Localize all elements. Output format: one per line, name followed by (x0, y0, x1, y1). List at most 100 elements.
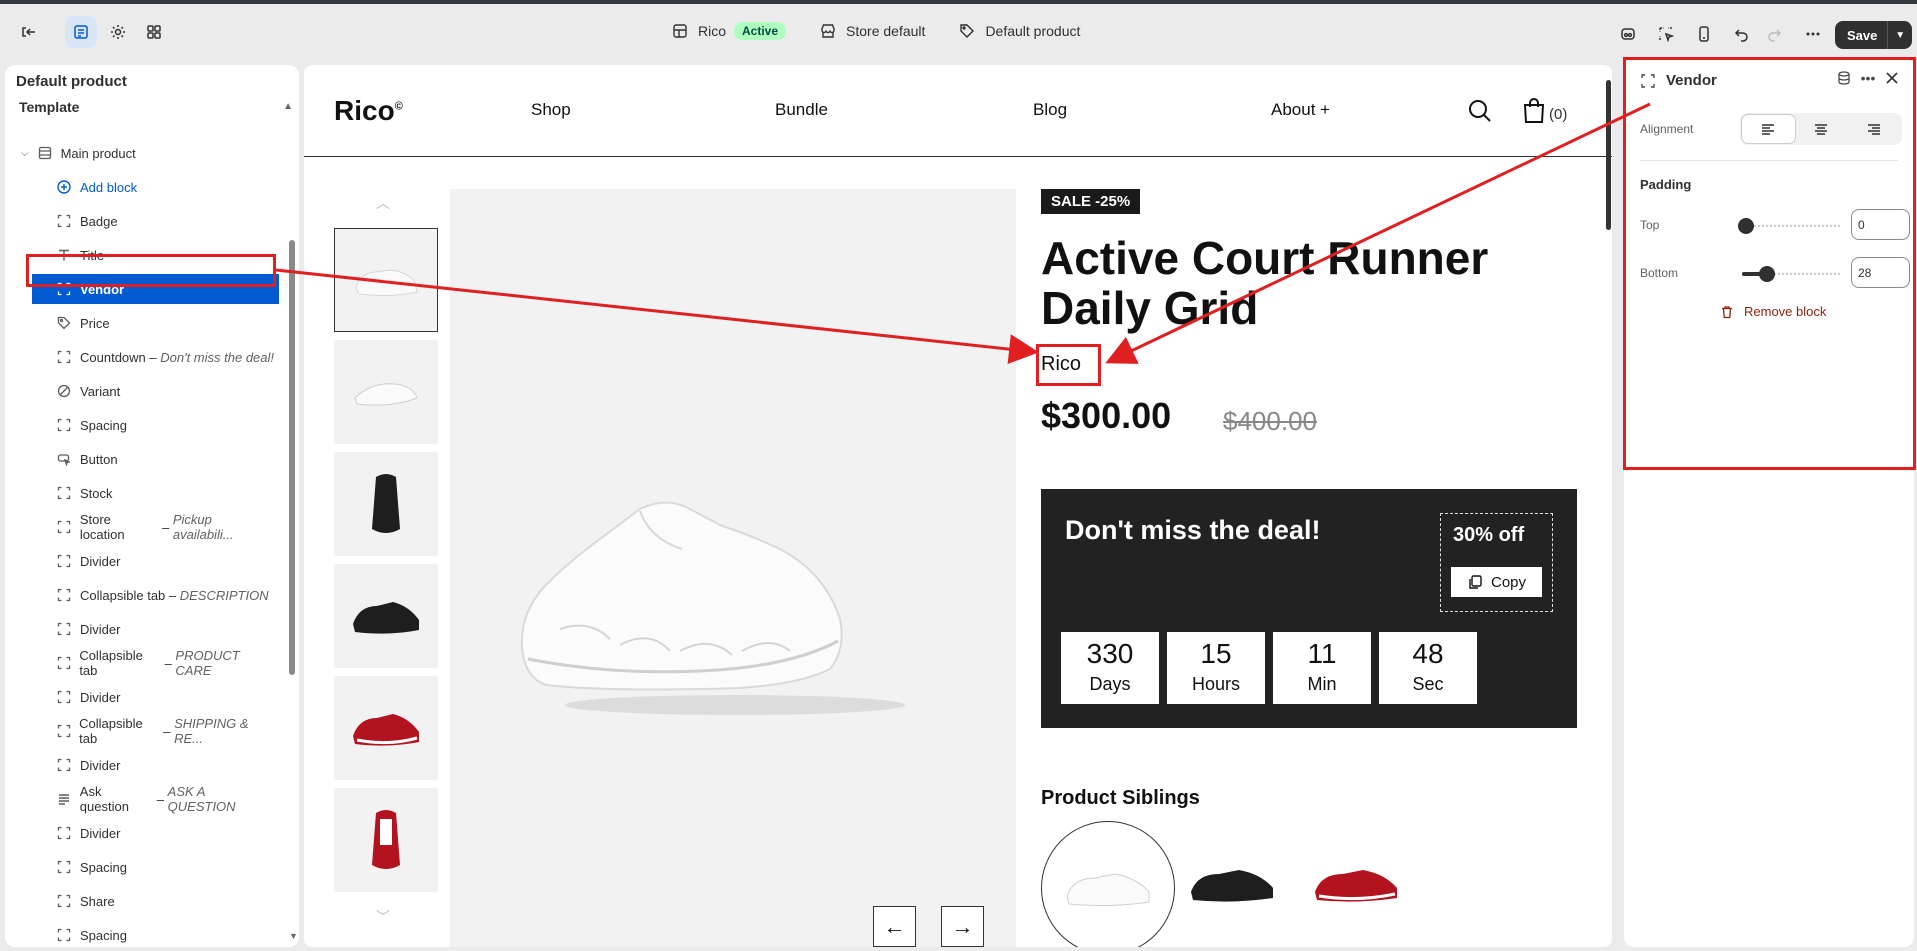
thumb-down-icon[interactable]: ﹀ (376, 907, 390, 927)
exit-icon[interactable] (12, 16, 44, 48)
block-label-separator: – (153, 791, 168, 807)
preview-scrollbar[interactable] (1606, 80, 1611, 230)
settings-icon[interactable] (102, 16, 134, 48)
countdown-value: 48 (1412, 638, 1444, 669)
block-item-spacing[interactable]: Spacing (5, 408, 275, 442)
theme-status-badge: Active (734, 22, 787, 40)
tag-icon (960, 24, 975, 38)
theme-name: Rico (698, 23, 727, 39)
store-selector[interactable]: Store default (820, 23, 925, 39)
section-main-product[interactable]: ⌵ Main product (5, 136, 275, 170)
block-item-collapsible-tab[interactable]: Collapsible tab – DESCRIPTION (5, 578, 275, 612)
cart-button[interactable]: (0) (1522, 97, 1567, 123)
sections-icon[interactable] (65, 16, 97, 48)
deal-title: Don't miss the deal! (1065, 515, 1321, 545)
block-item-divider[interactable]: Divider (5, 748, 275, 782)
discount-code-box: 30% off Copy (1440, 513, 1553, 612)
chevron-down-icon[interactable]: ▼ (1888, 30, 1912, 41)
inspect-icon[interactable] (1612, 18, 1644, 50)
block-label: Badge (80, 213, 118, 229)
block-item-stock[interactable]: Stock (5, 476, 275, 510)
store-logo[interactable]: Rico© (334, 95, 403, 127)
sidebar-scrollbar[interactable] (289, 240, 295, 675)
block-item-variant[interactable]: Variant (5, 374, 275, 408)
block-item-divider[interactable]: Divider (5, 680, 275, 714)
add-block-button[interactable]: Add block (5, 170, 275, 204)
block-item-button[interactable]: Button (5, 442, 275, 476)
block-sublabel: Pickup availabili... (172, 512, 234, 542)
select-icon[interactable] (1650, 18, 1682, 50)
block-item-collapsible-tab[interactable]: Collapsible tab – PRODUCT CARE (5, 646, 275, 680)
undo-icon[interactable] (1726, 18, 1758, 50)
nav-about[interactable]: About + (1271, 100, 1330, 120)
block-icon (56, 893, 72, 909)
store-preview: Rico© Shop Bundle Blog About + (0) ︿ ﹀ S… (304, 65, 1612, 947)
thumbnail-6[interactable] (334, 788, 438, 892)
variant-icon (56, 383, 72, 399)
sibling-white[interactable] (1041, 821, 1175, 947)
tag-icon (56, 315, 72, 331)
nav-bundle[interactable]: Bundle (775, 100, 828, 120)
black-sneaker-image (1191, 870, 1273, 902)
thumbnail-2[interactable] (334, 340, 438, 444)
countdown-days: 330 Days (1061, 632, 1159, 704)
mobile-icon[interactable] (1688, 18, 1720, 50)
block-label-separator: – (165, 587, 180, 603)
panel-highlight-annotation (1623, 57, 1916, 470)
sibling-black[interactable] (1165, 821, 1299, 947)
redo-icon[interactable] (1758, 18, 1790, 50)
block-item-divider[interactable]: Divider (5, 816, 275, 850)
sibling-red[interactable] (1289, 821, 1423, 947)
block-item-ask-question[interactable]: Ask question – ASK A QUESTION (5, 782, 275, 816)
plus-circle-icon (56, 179, 72, 195)
block-item-divider[interactable]: Divider (5, 612, 275, 646)
countdown-value: 15 (1200, 638, 1232, 669)
thumbnail-3[interactable] (334, 452, 438, 556)
block-icon (56, 927, 72, 943)
template-selector[interactable]: Default product (959, 23, 1080, 39)
thumbnail-5[interactable] (334, 676, 438, 780)
block-sublabel: ASK A QUESTION (167, 784, 236, 814)
theme-selector[interactable]: Rico Active (672, 22, 787, 40)
block-icon (56, 417, 72, 433)
block-label: Divider (80, 689, 121, 705)
apps-icon[interactable] (138, 16, 170, 48)
block-label: Button (80, 451, 118, 467)
block-item-countdown[interactable]: Countdown – Don't miss the deal! (5, 340, 275, 374)
white-sneaker-image (355, 269, 418, 297)
discount-percent: 30% off (1453, 524, 1525, 546)
save-button[interactable]: Save ▼ (1835, 21, 1912, 49)
next-arrow-button[interactable]: → (941, 906, 984, 947)
block-item-divider[interactable]: Divider (5, 544, 275, 578)
caret-down-icon[interactable]: ▼ (289, 931, 298, 941)
thumbnail-4[interactable] (334, 564, 438, 668)
editor-topbar: Rico Active Store default Default produc… (0, 4, 1917, 60)
block-item-badge[interactable]: Badge (5, 204, 275, 238)
black-sneaker-image (372, 474, 400, 533)
block-item-spacing[interactable]: Spacing (5, 918, 275, 947)
thumb-up-icon[interactable]: ︿ (376, 193, 390, 213)
thumbnail-1[interactable] (334, 228, 438, 332)
block-item-share[interactable]: Share (5, 884, 275, 918)
nav-blog[interactable]: Blog (1033, 100, 1067, 120)
block-item-price[interactable]: Price (5, 306, 275, 340)
block-item-collapsible-tab[interactable]: Collapsible tab – SHIPPING & RE... (5, 714, 275, 748)
block-icon (56, 485, 72, 501)
copy-code-button[interactable]: Copy (1451, 567, 1542, 597)
countdown-min: 11 Min (1273, 632, 1371, 704)
vendor-highlight-annotation (26, 254, 276, 287)
countdown-unit: Days (1089, 674, 1131, 694)
caret-up-icon[interactable]: ▲ (283, 101, 293, 112)
more-icon[interactable] (1797, 18, 1829, 50)
block-icon (56, 519, 72, 535)
nav-shop[interactable]: Shop (531, 100, 571, 120)
main-product-image[interactable] (450, 189, 1016, 947)
block-item-spacing[interactable]: Spacing (5, 850, 275, 884)
product-price: $300.00 (1041, 395, 1172, 436)
search-icon[interactable] (1467, 98, 1493, 129)
block-item-store-location[interactable]: Store location – Pickup availabili... (5, 510, 275, 544)
chevron-down-icon[interactable]: ⌵ (21, 148, 29, 159)
white-sneaker-image (1066, 873, 1150, 907)
prev-arrow-button[interactable]: ← (873, 906, 916, 947)
vendor-highlight-annotation (1036, 344, 1101, 386)
